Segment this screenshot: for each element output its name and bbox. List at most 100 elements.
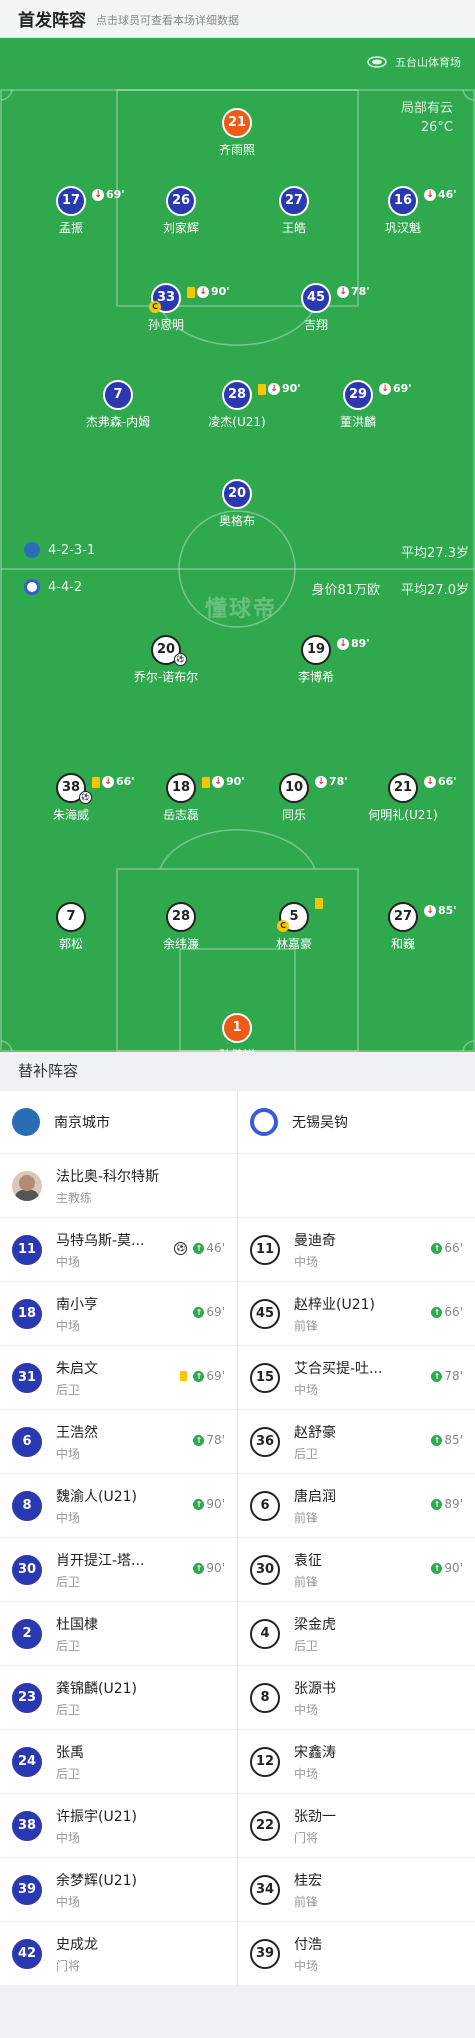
away-sub-player[interactable]: 11 曼迪奇 中场 ↑ 66' (238, 1218, 475, 1281)
player-home-17[interactable]: 17 ↓ 69' 孟振 (11, 186, 131, 236)
player-number-badge: 19 ↓ 89' (301, 635, 370, 665)
sub-minute: 90' (444, 1561, 463, 1575)
sub-on-icon: ↑ (193, 1242, 205, 1254)
away-sub-player[interactable]: 34 桂宏 前锋 (238, 1858, 475, 1921)
player-home-7[interactable]: 7 杰弗森-内姆 (58, 380, 178, 430)
sub-player-position: 中场 (294, 1958, 319, 1973)
sub-minute: 69' (206, 1305, 225, 1319)
sub-minute: 69' (206, 1369, 225, 1383)
home-sub-player[interactable]: 2 杜国棣 后卫 (0, 1602, 237, 1665)
home-sub-player[interactable]: 42 史成龙 门将 (0, 1922, 237, 1985)
player-name: 吉翔 (303, 318, 328, 332)
sub-number-badge: 30 (12, 1554, 42, 1585)
yellow-card-icon (202, 776, 210, 788)
home-coach[interactable]: 法比奥-科尔特斯 主教练 (0, 1154, 237, 1217)
goal-ball-icon: ⚽ (174, 653, 187, 666)
sub-player-name: 赵梓业(U21) (294, 1296, 375, 1313)
sub-event: ↑ 90' (193, 1497, 225, 1511)
player-away-19[interactable]: 19 ↓ 89' 李博希 (256, 635, 376, 685)
player-away-38[interactable]: 38 ⚽ ↓ 66' 朱海威 (11, 773, 135, 823)
player-away-18[interactable]: 18 ↓ 90' 岳志磊 (121, 773, 245, 823)
sub-minute: 78' (206, 1433, 225, 1447)
sub-on-icon: ↑ (431, 1306, 443, 1318)
sub-player-position: 前锋 (294, 1318, 319, 1333)
sub-minute: 89' (444, 1497, 463, 1511)
away-sub-player[interactable]: 4 梁金虎 后卫 (238, 1602, 475, 1665)
player-away-20[interactable]: 20 ⚽ 乔尔-诺布尔 (106, 635, 226, 685)
away-sub-player[interactable]: 36 赵舒豪 后卫 ↑ 85' (238, 1410, 475, 1473)
sub-player-position: 门将 (56, 1958, 81, 1973)
player-home-29[interactable]: 29 ↓ 69' 董洪麟 (298, 380, 418, 430)
away-team-cell[interactable]: 无锡吴钩 (238, 1091, 475, 1153)
player-away-1[interactable]: 1 孙健祥 (177, 1013, 297, 1052)
player-name: 董洪麟 (339, 415, 376, 429)
sub-on-icon: ↑ (431, 1370, 443, 1382)
player-home-20[interactable]: 20 奥格布 (177, 479, 297, 529)
player-away-5[interactable]: 5 C 林嘉豪 (234, 898, 354, 952)
sub-player-position: 中场 (294, 1702, 319, 1717)
sub-number-badge: 42 (12, 1938, 42, 1969)
away-sub-player[interactable]: 12 宋鑫涛 中场 (238, 1730, 475, 1793)
player-home-28[interactable]: 28 ↓ 90' 凌杰(U21) (177, 380, 301, 430)
coach-name: 法比奥-科尔特斯 (56, 1168, 160, 1185)
home-sub-player[interactable]: 8 魏渝人(U21) 中场 ↑ 90' (0, 1474, 237, 1537)
sub-off-icon: ↓ (268, 383, 280, 395)
player-number-badge: 38 ⚽ ↓ 66' (56, 773, 135, 804)
home-sub-player[interactable]: 31 朱启文 后卫 ↑ 69' (0, 1346, 237, 1409)
home-sub-player[interactable]: 30 肖开提江-塔... 后卫 ↑ 90' (0, 1538, 237, 1601)
away-value: 身价81万欧 (311, 583, 380, 598)
sub-number-badge: 6 (12, 1426, 42, 1457)
home-sub-player[interactable]: 39 余梦辉(U21) 中场 (0, 1858, 237, 1921)
sub-player-position: 后卫 (56, 1638, 81, 1653)
player-home-33[interactable]: 33 C ↓ 90' 孙恩明 (106, 283, 230, 333)
away-sub-player[interactable]: 45 赵梓业(U21) 前锋 ↑ 66' (238, 1282, 475, 1345)
player-away-27[interactable]: 27 ↓ 85' 和巍 (343, 902, 463, 952)
player-home-16[interactable]: 16 ↓ 46' 巩汉魁 (343, 186, 463, 236)
away-sub-player[interactable]: 30 袁征 前锋 ↑ 90' (238, 1538, 475, 1601)
home-avg-age: 平均27.3岁 (401, 546, 469, 561)
venue: 五台山体育场 (367, 54, 461, 70)
player-home-26[interactable]: 26 刘家辉 (121, 186, 241, 236)
player-away-10[interactable]: 10 ↓ 78' 同乐 (234, 773, 354, 823)
home-sub-player[interactable]: 11 马特乌斯-莫... 中场 ⚽ ↑ 46' (0, 1218, 237, 1281)
event-badges: ↓ 90' (187, 279, 230, 305)
home-team-cell[interactable]: 南京城市 (0, 1091, 237, 1153)
sub-player-name: 唐启润 (294, 1488, 336, 1505)
sub-on-icon: ↑ (431, 1434, 443, 1446)
home-sub-player[interactable]: 24 张禹 后卫 (0, 1730, 237, 1793)
away-sub-player[interactable]: 6 唐启润 前锋 ↑ 89' (238, 1474, 475, 1537)
sub-number-badge: 8 (250, 1682, 280, 1713)
sub-on-icon: ↑ (193, 1370, 205, 1382)
player-home-21[interactable]: 21 齐雨照 (177, 108, 297, 158)
sub-off-icon: ↓ (212, 776, 224, 788)
player-number-badge: 18 ↓ 90' (166, 773, 245, 803)
player-name: 余纬濂 (162, 937, 199, 951)
sub-number-badge: 30 (250, 1554, 280, 1585)
player-away-21[interactable]: 21 ↓ 66' 何明礼(U21) (343, 773, 463, 823)
away-sub-player[interactable]: 22 张劲一 门将 (238, 1794, 475, 1857)
sub-minute: 89' (351, 637, 370, 650)
player-number-badge: 20 ⚽ (151, 635, 187, 666)
event-badges: ↓ 69' (92, 182, 125, 208)
sub-number-badge: 36 (250, 1426, 280, 1457)
player-home-27[interactable]: 27 王皓 (234, 186, 354, 236)
away-sub-player[interactable]: 39 付浩 中场 (238, 1922, 475, 1985)
player-name: 孟振 (58, 221, 83, 235)
sub-player-position: 中场 (56, 1894, 81, 1909)
sub-player-name: 付浩 (294, 1936, 322, 1953)
away-sub-player[interactable]: 15 艾合买提-吐... 中场 ↑ 78' (238, 1346, 475, 1409)
player-away-28[interactable]: 28 余纬濂 (121, 902, 241, 952)
home-sub-player[interactable]: 23 龚锦麟(U21) 后卫 (0, 1666, 237, 1729)
sub-player-position: 中场 (294, 1766, 319, 1781)
home-sub-player[interactable]: 38 许振宇(U21) 中场 (0, 1794, 237, 1857)
away-sub-player[interactable]: 8 张源书 中场 (238, 1666, 475, 1729)
player-away-7[interactable]: 7 郭松 (11, 902, 131, 952)
home-sub-player[interactable]: 18 南小亨 中场 ↑ 69' (0, 1282, 237, 1345)
sub-event: ↑ 89' (431, 1497, 463, 1511)
sub-number-badge: 6 (250, 1490, 280, 1521)
player-home-45[interactable]: 45 ↓ 78' 吉翔 (256, 283, 376, 333)
sub-minute: 78' (351, 285, 370, 298)
home-sub-player[interactable]: 6 王浩然 中场 ↑ 78' (0, 1410, 237, 1473)
sub-player-position: 后卫 (56, 1702, 81, 1717)
sub-on-icon: ↑ (193, 1306, 205, 1318)
